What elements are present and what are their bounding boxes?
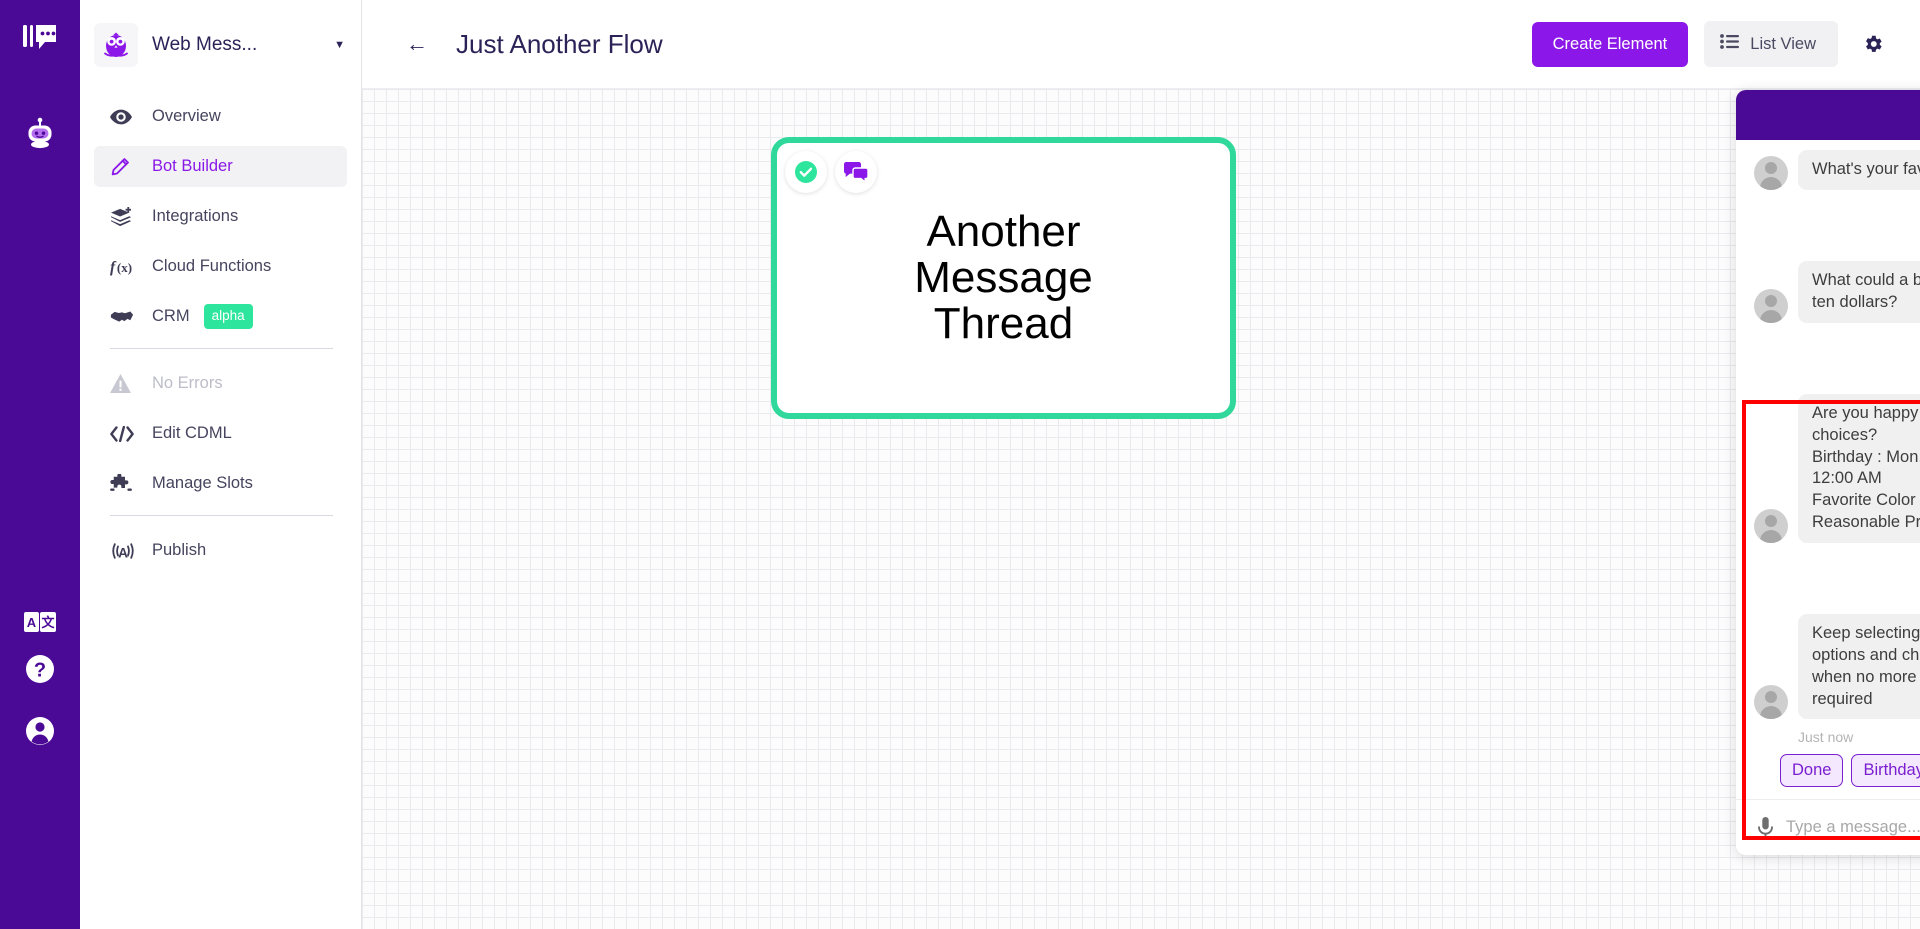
sidebar-item-label: Bot Builder	[152, 157, 233, 175]
nav-divider	[110, 348, 333, 349]
quick-reply-row: DoneBirthdayFavorite ColorReasonable Pri…	[1736, 754, 1920, 799]
quick-reply-button[interactable]: Done	[1780, 754, 1844, 788]
sidebar-item-label: Cloud Functions	[152, 257, 272, 275]
app-logo-icon[interactable]	[0, 22, 80, 52]
message-bubble: Keep selecting among these options and c…	[1798, 614, 1920, 720]
list-icon	[1720, 34, 1740, 54]
microphone-icon[interactable]	[1750, 816, 1780, 840]
sidebar-item-label: Publish	[152, 541, 207, 559]
list-view-label: List View	[1750, 34, 1816, 53]
flow-node[interactable]: Another Message Thread	[771, 137, 1236, 419]
message-timestamp: Just now	[1798, 729, 1854, 746]
svg-text:(x): (x)	[117, 260, 132, 275]
handshake-icon	[110, 309, 140, 325]
account-icon[interactable]	[0, 714, 80, 748]
chat-message-in: Are you happy with these choices? Birthd…	[1736, 394, 1920, 543]
workspace-selector[interactable]: Web Mess... ▼	[80, 16, 361, 74]
message-bubble: What could a banana cost, ten dollars?	[1798, 261, 1920, 323]
pencil-icon	[110, 156, 140, 177]
broadcast-icon: A	[110, 541, 140, 561]
arrow-left-icon[interactable]: ←	[400, 27, 434, 61]
sidebar-item-label: Overview	[152, 107, 221, 125]
sidebar-item-label: CRM	[152, 307, 190, 325]
function-icon: f (x)	[110, 257, 140, 277]
layers-plus-icon	[110, 206, 140, 227]
code-icon	[110, 425, 140, 443]
svg-text:文: 文	[41, 615, 55, 630]
chevron-down-icon[interactable]: ▼	[334, 39, 345, 51]
owl-logo-icon	[94, 23, 138, 67]
warning-icon	[110, 374, 140, 393]
message-bubble: What's your favorite color?	[1798, 150, 1920, 190]
gear-icon[interactable]	[1856, 27, 1890, 61]
message-bubble: Are you happy with these choices? Birthd…	[1798, 394, 1920, 543]
chat-message-out: Orange	[1736, 206, 1920, 245]
chat-message-out: No	[1736, 559, 1920, 598]
sidebar-item-label: Integrations	[152, 207, 239, 225]
workspace-name: Web Mess...	[152, 34, 258, 55]
chat-body[interactable]: What's your favorite color? Orange What co…	[1736, 140, 1920, 799]
icon-rail: A 文 ?	[0, 0, 80, 929]
chat-message-in: What could a banana cost, ten dollars?	[1736, 261, 1920, 323]
sidebar-item-integrations[interactable]: Integrations	[94, 196, 347, 237]
sidebar-item-no-errors: No Errors	[94, 363, 347, 404]
topbar-actions: Create Element List View	[1531, 21, 1896, 67]
sidebar-item-label: Manage Slots	[152, 474, 253, 492]
eye-icon	[110, 109, 140, 125]
page-title: Just Another Flow	[456, 28, 663, 59]
sidebar-item-label: Edit CDML	[152, 424, 232, 442]
list-view-button[interactable]: List View	[1704, 21, 1838, 67]
sidebar-item-overview[interactable]: Overview	[94, 96, 347, 137]
message-list: What's your favorite color? Orange What co…	[1736, 150, 1920, 720]
quick-reply-button[interactable]: Birthday	[1851, 754, 1920, 788]
sidebar-item-manage-slots[interactable]: Manage Slots	[94, 463, 347, 504]
help-icon[interactable]: ?	[0, 652, 80, 686]
status-badge: alpha	[203, 304, 253, 329]
message-input[interactable]	[1786, 818, 1920, 837]
language-icon[interactable]: A 文	[0, 612, 80, 632]
sidebar-item-edit-cdml[interactable]: Edit CDML	[94, 413, 347, 454]
avatar	[1754, 155, 1788, 190]
sidebar-item-crm[interactable]: CRM alpha	[94, 296, 347, 337]
flow-canvas[interactable]: Another Message Thread	[362, 89, 1920, 929]
check-circle-icon[interactable]	[785, 151, 827, 193]
create-element-button[interactable]: Create Element	[1531, 21, 1689, 67]
avatar	[1754, 288, 1788, 323]
puzzle-icon	[110, 473, 140, 494]
svg-text:A: A	[118, 545, 128, 560]
chat-message-in: Keep selecting among these options and c…	[1736, 614, 1920, 720]
sidebar-item-label: No Errors	[152, 374, 223, 392]
chat-message-in: What's your favorite color?	[1736, 150, 1920, 190]
preview-header: Preview ✕	[1736, 90, 1920, 140]
sidebar-item-publish[interactable]: A Publish	[94, 530, 347, 571]
message-input-bar: Send	[1736, 799, 1920, 855]
sidebar-item-cloud-functions[interactable]: f (x) Cloud Functions	[94, 246, 347, 287]
topbar: ← Just Another Flow Create Element List …	[362, 0, 1920, 89]
chat-bubbles-icon[interactable]	[835, 151, 877, 193]
svg-text:?: ?	[34, 660, 46, 682]
svg-text:A: A	[27, 615, 37, 630]
nav-divider	[110, 515, 333, 516]
avatar	[1754, 508, 1788, 543]
sidebar-nav-list: Overview Bot Builder Integrations f (x) Cloud…	[80, 96, 361, 571]
main-area: ← Just Another Flow Create Element List …	[362, 0, 1920, 929]
sidebar-item-bot-builder[interactable]: Bot Builder	[94, 146, 347, 187]
flow-node-title: Another Message Thread	[914, 206, 1093, 349]
avatar	[1754, 685, 1788, 720]
sidebar: Web Mess... ▼ Overview Bot Builder Integra…	[80, 0, 362, 929]
svg-text:f: f	[110, 259, 117, 276]
bot-icon[interactable]	[0, 117, 80, 151]
preview-panel: Preview ✕ What's your favorite color? Ora…	[1736, 90, 1920, 855]
app-root: A 文 ? Web Mess... ▼ Overview Bot Builder…	[0, 0, 1920, 929]
chat-message-out: 10	[1736, 339, 1920, 378]
